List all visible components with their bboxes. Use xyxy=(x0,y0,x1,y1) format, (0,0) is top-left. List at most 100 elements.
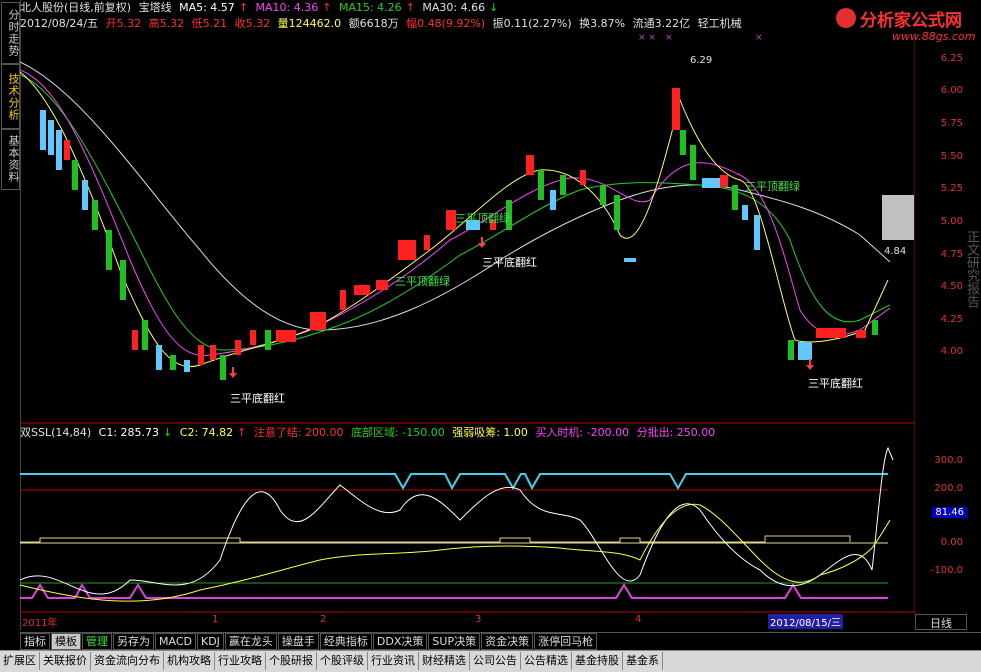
tab-fundamentals[interactable]: 基本资料 xyxy=(1,128,20,190)
ma15-value: MA15: 4.26 xyxy=(338,1,402,14)
right-vertical-text: 正文研究报告 xyxy=(964,230,979,308)
btab-announcement-picks[interactable]: 公告精选 xyxy=(521,652,572,670)
quote-change: 幅0.48(9.92%) xyxy=(406,17,486,30)
price-tick: 4.75 xyxy=(940,249,963,260)
svg-text:× ×: × × xyxy=(638,33,656,43)
tab-fund-decision[interactable]: 资金决策 xyxy=(481,633,534,650)
btab-inst-strategy[interactable]: 机构攻略 xyxy=(164,652,215,670)
tab-classic-indicators[interactable]: 经典指标 xyxy=(319,633,372,650)
c2-line xyxy=(20,503,891,602)
signal-bottom-2: 三平底翻红 xyxy=(482,256,537,269)
logo-url: www.88gs.com xyxy=(892,30,976,43)
btab-fund-family[interactable]: 基金系 xyxy=(623,652,663,670)
quote-high: 高5.32 xyxy=(148,17,185,30)
btab-industry-strategy[interactable]: 行业攻略 xyxy=(215,652,266,670)
price-tick: 4.50 xyxy=(940,281,963,292)
price-tick: 6.25 xyxy=(940,53,963,64)
tab-intraday[interactable]: 分时走势 xyxy=(1,2,20,64)
indicator-axis: 300.0 200.0 81.46 0.00 -100.0 xyxy=(915,440,981,610)
tab-sup[interactable]: SUP决策 xyxy=(428,633,481,650)
strong-weak-steps xyxy=(20,535,851,543)
bottom-zone-value: 底部区域: -150.00 xyxy=(351,426,445,439)
attention-line xyxy=(20,473,888,491)
btab-fund-flow[interactable]: 资金流向分布 xyxy=(91,652,164,670)
indicator-tab-bar: 指标 模板 管理 另存为 MACD KDJ 赢在龙头 操盘手 经典指标 DDX决… xyxy=(20,632,981,650)
sell-value: 分批出: 250.00 xyxy=(636,426,716,439)
site-logo: 分析家公式网 www.88gs.com xyxy=(806,0,981,50)
left-tab-strip: 分时走势 技术分析 基本资料 xyxy=(0,0,21,630)
tab-template[interactable]: 模板 xyxy=(51,633,81,650)
logo-name: 分析家公式网 xyxy=(860,11,962,31)
quote-amount: 额6618万 xyxy=(348,17,399,30)
indicator-tick: 200.0 xyxy=(934,483,963,494)
signal-top-1: 三平顶翻绿 xyxy=(395,275,450,288)
date-cursor-label: 2012/08/15/三 xyxy=(768,614,844,629)
attention-value: 注意了结: 200.00 xyxy=(253,426,344,439)
price-tick: 6.00 xyxy=(940,85,963,96)
indicator-name: 宝塔线 xyxy=(138,1,172,14)
c1-value: C1: 285.73 xyxy=(98,426,160,439)
tab-save-as[interactable]: 另存为 xyxy=(113,633,154,650)
price-tick: 4.00 xyxy=(940,346,963,357)
quote-float-cap: 流通3.22亿 xyxy=(632,17,691,30)
indicator-tick: 300.0 xyxy=(934,455,963,466)
btab-industry-news[interactable]: 行业资讯 xyxy=(368,652,419,670)
ma30-value: MA30: 4.66 xyxy=(422,1,486,14)
tab-limit-up[interactable]: 涨停回马枪 xyxy=(534,633,598,650)
btab-announcements[interactable]: 公司公告 xyxy=(470,652,521,670)
btab-fund-holdings[interactable]: 基金持股 xyxy=(572,652,623,670)
btab-finance-picks[interactable]: 财经精选 xyxy=(419,652,470,670)
stock-title-bar: 北人股份(日线,前复权) 宝塔线 MA5: 4.57 ↑ MA10: 4.36 ↑ … xyxy=(20,1,499,14)
indicator-tick: 0.00 xyxy=(940,537,963,548)
btab-stock-rating[interactable]: 个股评级 xyxy=(317,652,368,670)
btab-related[interactable]: 关联报价 xyxy=(40,652,91,670)
tab-manage[interactable]: 管理 xyxy=(82,633,112,650)
tab-trader[interactable]: 操盘手 xyxy=(277,633,319,650)
price-tick: 5.75 xyxy=(940,118,963,129)
signal-bottom-1: 三平底翻红 xyxy=(230,392,285,405)
chart-canvas[interactable]: × × × × xyxy=(20,0,915,614)
quote-close: 收5.32 xyxy=(234,17,271,30)
date-axis: 2011年 1 2 3 4 2012/08/15/三 xyxy=(20,614,915,629)
price-tick: 5.00 xyxy=(940,216,963,227)
quote-open: 开5.32 xyxy=(105,17,142,30)
signal-top-2: 三平顶翻绿 xyxy=(455,212,510,225)
signal-bottom-3: 三平底翻红 xyxy=(808,377,863,390)
svg-text:×: × xyxy=(755,33,763,43)
buy-time-line xyxy=(20,582,888,599)
bottom-tab-bar: 扩展区 关联报价 资金流向分布 机构攻略 行业攻略 个股研报 个股评级 行业资讯… xyxy=(0,650,981,672)
strong-weak-value: 强弱吸筹: 1.00 xyxy=(452,426,528,439)
price-tick: 5.50 xyxy=(940,151,963,162)
quote-bar: 2012/08/24/五 开5.32 高5.32 低5.21 收5.32 量12… xyxy=(20,16,820,32)
price-tick: 5.25 xyxy=(940,183,963,194)
tab-indicator[interactable]: 指标 xyxy=(20,633,50,650)
c1-line xyxy=(20,446,894,595)
ma30-line xyxy=(20,61,891,331)
date-tick: 2011年 xyxy=(22,618,58,629)
quote-amplitude: 振0.11(2.27%) xyxy=(492,17,572,30)
tab-technical-analysis[interactable]: 技术分析 xyxy=(1,64,20,130)
tab-win-leader[interactable]: 赢在龙头 xyxy=(224,633,277,650)
indicator-tick: -100.0 xyxy=(930,565,963,576)
tab-kdj[interactable]: KDJ xyxy=(196,633,224,650)
ma10-value: MA10: 4.36 xyxy=(255,1,319,14)
quote-turnover: 换3.87% xyxy=(579,17,626,30)
indicator-pane xyxy=(20,446,894,602)
logo-icon xyxy=(836,8,856,28)
svg-text:×: × xyxy=(665,33,673,43)
period-label[interactable]: 日线 xyxy=(915,614,967,630)
price-now-label: 4.84 xyxy=(884,246,907,257)
quote-low: 低5.21 xyxy=(191,17,228,30)
tab-ddx[interactable]: DDX决策 xyxy=(372,633,428,650)
btab-ext[interactable]: 扩展区 xyxy=(0,652,40,670)
btab-stock-research[interactable]: 个股研报 xyxy=(266,652,317,670)
top-markers: × × × × xyxy=(638,33,763,43)
stock-name: 北人股份(日线,前复权) xyxy=(20,1,132,14)
date-tick: 2 xyxy=(320,614,327,625)
quote-industry: 轻工机械 xyxy=(697,17,742,30)
indicator-title[interactable]: 双SSL(14,84) xyxy=(20,426,91,439)
indicator-current-value: 81.46 xyxy=(932,507,967,518)
indicator-header: 双SSL(14,84) C1: 285.73 ↓ C2: 74.82 ↑ 注意了结:… xyxy=(20,426,716,439)
date-tick: 1 xyxy=(212,614,219,625)
tab-macd[interactable]: MACD xyxy=(155,633,196,650)
